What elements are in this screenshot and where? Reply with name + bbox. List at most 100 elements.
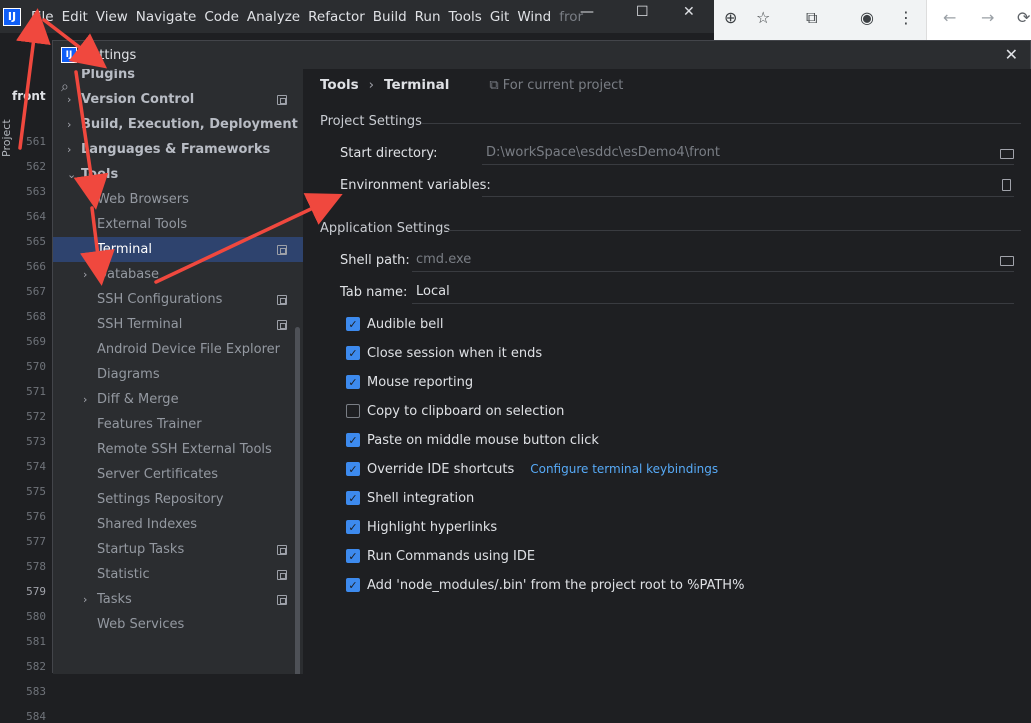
menu-refactor[interactable]: Refactor [308,9,372,25]
tree-item-database[interactable]: › Database [53,262,303,287]
menu-code[interactable]: Code [204,9,246,25]
tree-item-server-certificates[interactable]: Server Certificates [53,462,303,487]
refresh-icon[interactable]: ⟳ [1017,8,1030,27]
tree-item-plugins[interactable]: Plugins [53,69,303,87]
chevron-right-icon[interactable]: › [67,93,79,106]
more-menu-icon[interactable]: ⋮ [898,8,914,27]
checkbox-row: ✓ Run Commands using IDE [346,546,535,566]
breadcrumb-tools[interactable]: Tools [320,77,359,93]
tree-item-label: Startup Tasks [97,542,185,557]
checkbox[interactable]: ✓ [346,346,360,360]
tree-item-tools[interactable]: ⌄ Tools [53,162,303,187]
menu-wind[interactable]: Wind [517,9,558,25]
checkbox-label[interactable]: Audible bell [367,317,443,332]
tree-item-settings-repository[interactable]: Settings Repository [53,487,303,512]
tree-item-label: Version Control [81,92,195,107]
bookmark-star-icon[interactable]: ☆ [756,8,770,27]
menu-file[interactable]: File [31,9,61,25]
line-number: 584 [26,710,46,723]
checkbox-label[interactable]: Shell integration [367,491,474,506]
chevron-right-icon[interactable]: › [83,393,95,406]
tree-item-terminal[interactable]: Terminal [53,237,303,262]
project-scope-icon [277,94,287,105]
tree-item-diagrams[interactable]: Diagrams [53,362,303,387]
checkbox-row: ✓ Add 'node_modules/.bin' from the projec… [346,575,744,595]
profile-icon[interactable]: ◉ [860,8,874,27]
forward-icon[interactable]: → [981,8,994,27]
checkbox[interactable]: ✓ [346,549,360,563]
tree-item-remote-ssh-external-tools[interactable]: Remote SSH External Tools [53,437,303,462]
tab-name-input[interactable] [412,280,1014,304]
checkbox[interactable]: ✓ [346,491,360,505]
tree-item-startup-tasks[interactable]: Startup Tasks [53,537,303,562]
project-tool-window-tab[interactable]: Project [0,118,16,158]
configure-keybindings-link[interactable]: Configure terminal keybindings [530,462,718,476]
environment-variables-input[interactable] [482,173,1014,197]
project-crumb[interactable]: front [12,89,46,103]
checkbox[interactable]: ✓ [346,520,360,534]
checkbox[interactable]: ✓ [346,578,360,592]
tree-item-ssh-configurations[interactable]: SSH Configurations [53,287,303,312]
browse-folder-icon[interactable] [1000,256,1014,266]
project-scope-icon [277,294,287,305]
tree-item-features-trainer[interactable]: Features Trainer [53,412,303,437]
chevron-right-icon[interactable]: › [67,143,79,156]
tree-item-tasks[interactable]: › Tasks [53,587,303,612]
line-number: 576 [26,510,46,523]
menu-analyze[interactable]: Analyze [247,9,307,25]
menu-navigate[interactable]: Navigate [136,9,204,25]
menu-run[interactable]: Run [415,9,448,25]
menu-build[interactable]: Build [373,9,414,25]
line-number: 565 [26,235,46,248]
checkbox-label[interactable]: Override IDE shortcuts [367,462,514,477]
tree-item-ssh-terminal[interactable]: SSH Terminal [53,312,303,337]
back-icon[interactable]: ← [943,8,956,27]
chevron-right-icon[interactable]: › [83,593,95,606]
tab-name-label: Tab name: [340,285,408,300]
extensions-icon[interactable]: ⧉ [806,8,817,28]
checkbox-label[interactable]: Run Commands using IDE [367,549,535,564]
checkbox-label[interactable]: Mouse reporting [367,375,473,390]
line-number: 582 [26,660,46,673]
line-number: 574 [26,460,46,473]
checkbox-label[interactable]: Copy to clipboard on selection [367,404,564,419]
tree-item-external-tools[interactable]: External Tools [53,212,303,237]
menu-git[interactable]: Git [490,9,517,25]
zoom-icon[interactable]: ⊕ [724,8,737,27]
dialog-close-button[interactable]: ✕ [1005,45,1018,64]
minimize-button[interactable]: — [580,4,594,20]
tree-scrollbar[interactable] [295,327,300,674]
chevron-down-icon[interactable]: ⌄ [67,168,79,181]
tree-item-build-execution-deployment[interactable]: › Build, Execution, Deployment [53,112,303,137]
checkbox-label[interactable]: Highlight hyperlinks [367,520,497,535]
tree-item-version-control[interactable]: › Version Control [53,87,303,112]
checkbox[interactable]: ✓ [346,317,360,331]
tree-item-diff-merge[interactable]: › Diff & Merge [53,387,303,412]
checkbox[interactable] [346,404,360,418]
checkbox[interactable]: ✓ [346,375,360,389]
tree-item-label: SSH Terminal [97,317,183,332]
maximize-button[interactable]: ☐ [636,4,649,20]
shell-path-input[interactable] [412,248,1014,272]
menu-edit[interactable]: Edit [62,9,95,25]
tree-item-statistic[interactable]: Statistic [53,562,303,587]
tree-item-web-services[interactable]: Web Services [53,612,303,637]
tree-item-web-browsers[interactable]: Web Browsers [53,187,303,212]
browse-folder-icon[interactable] [1000,149,1014,159]
tree-item-android-device-file-explorer[interactable]: Android Device File Explorer [53,337,303,362]
edit-variables-icon[interactable] [1002,179,1011,191]
checkbox-label[interactable]: Add 'node_modules/.bin' from the project… [367,578,744,593]
line-number: 568 [26,310,46,323]
chevron-right-icon[interactable]: › [67,118,79,131]
tree-item-shared-indexes[interactable]: Shared Indexes [53,512,303,537]
checkbox-label[interactable]: Paste on middle mouse button click [367,433,599,448]
menu-tools[interactable]: Tools [449,9,489,25]
checkbox-label[interactable]: Close session when it ends [367,346,542,361]
start-directory-input[interactable] [482,141,1014,165]
chevron-right-icon[interactable]: › [83,268,95,281]
checkbox[interactable]: ✓ [346,462,360,476]
tree-item-languages-frameworks[interactable]: › Languages & Frameworks [53,137,303,162]
window-close-button[interactable]: ✕ [683,4,695,20]
menu-view[interactable]: View [96,9,135,25]
checkbox[interactable]: ✓ [346,433,360,447]
